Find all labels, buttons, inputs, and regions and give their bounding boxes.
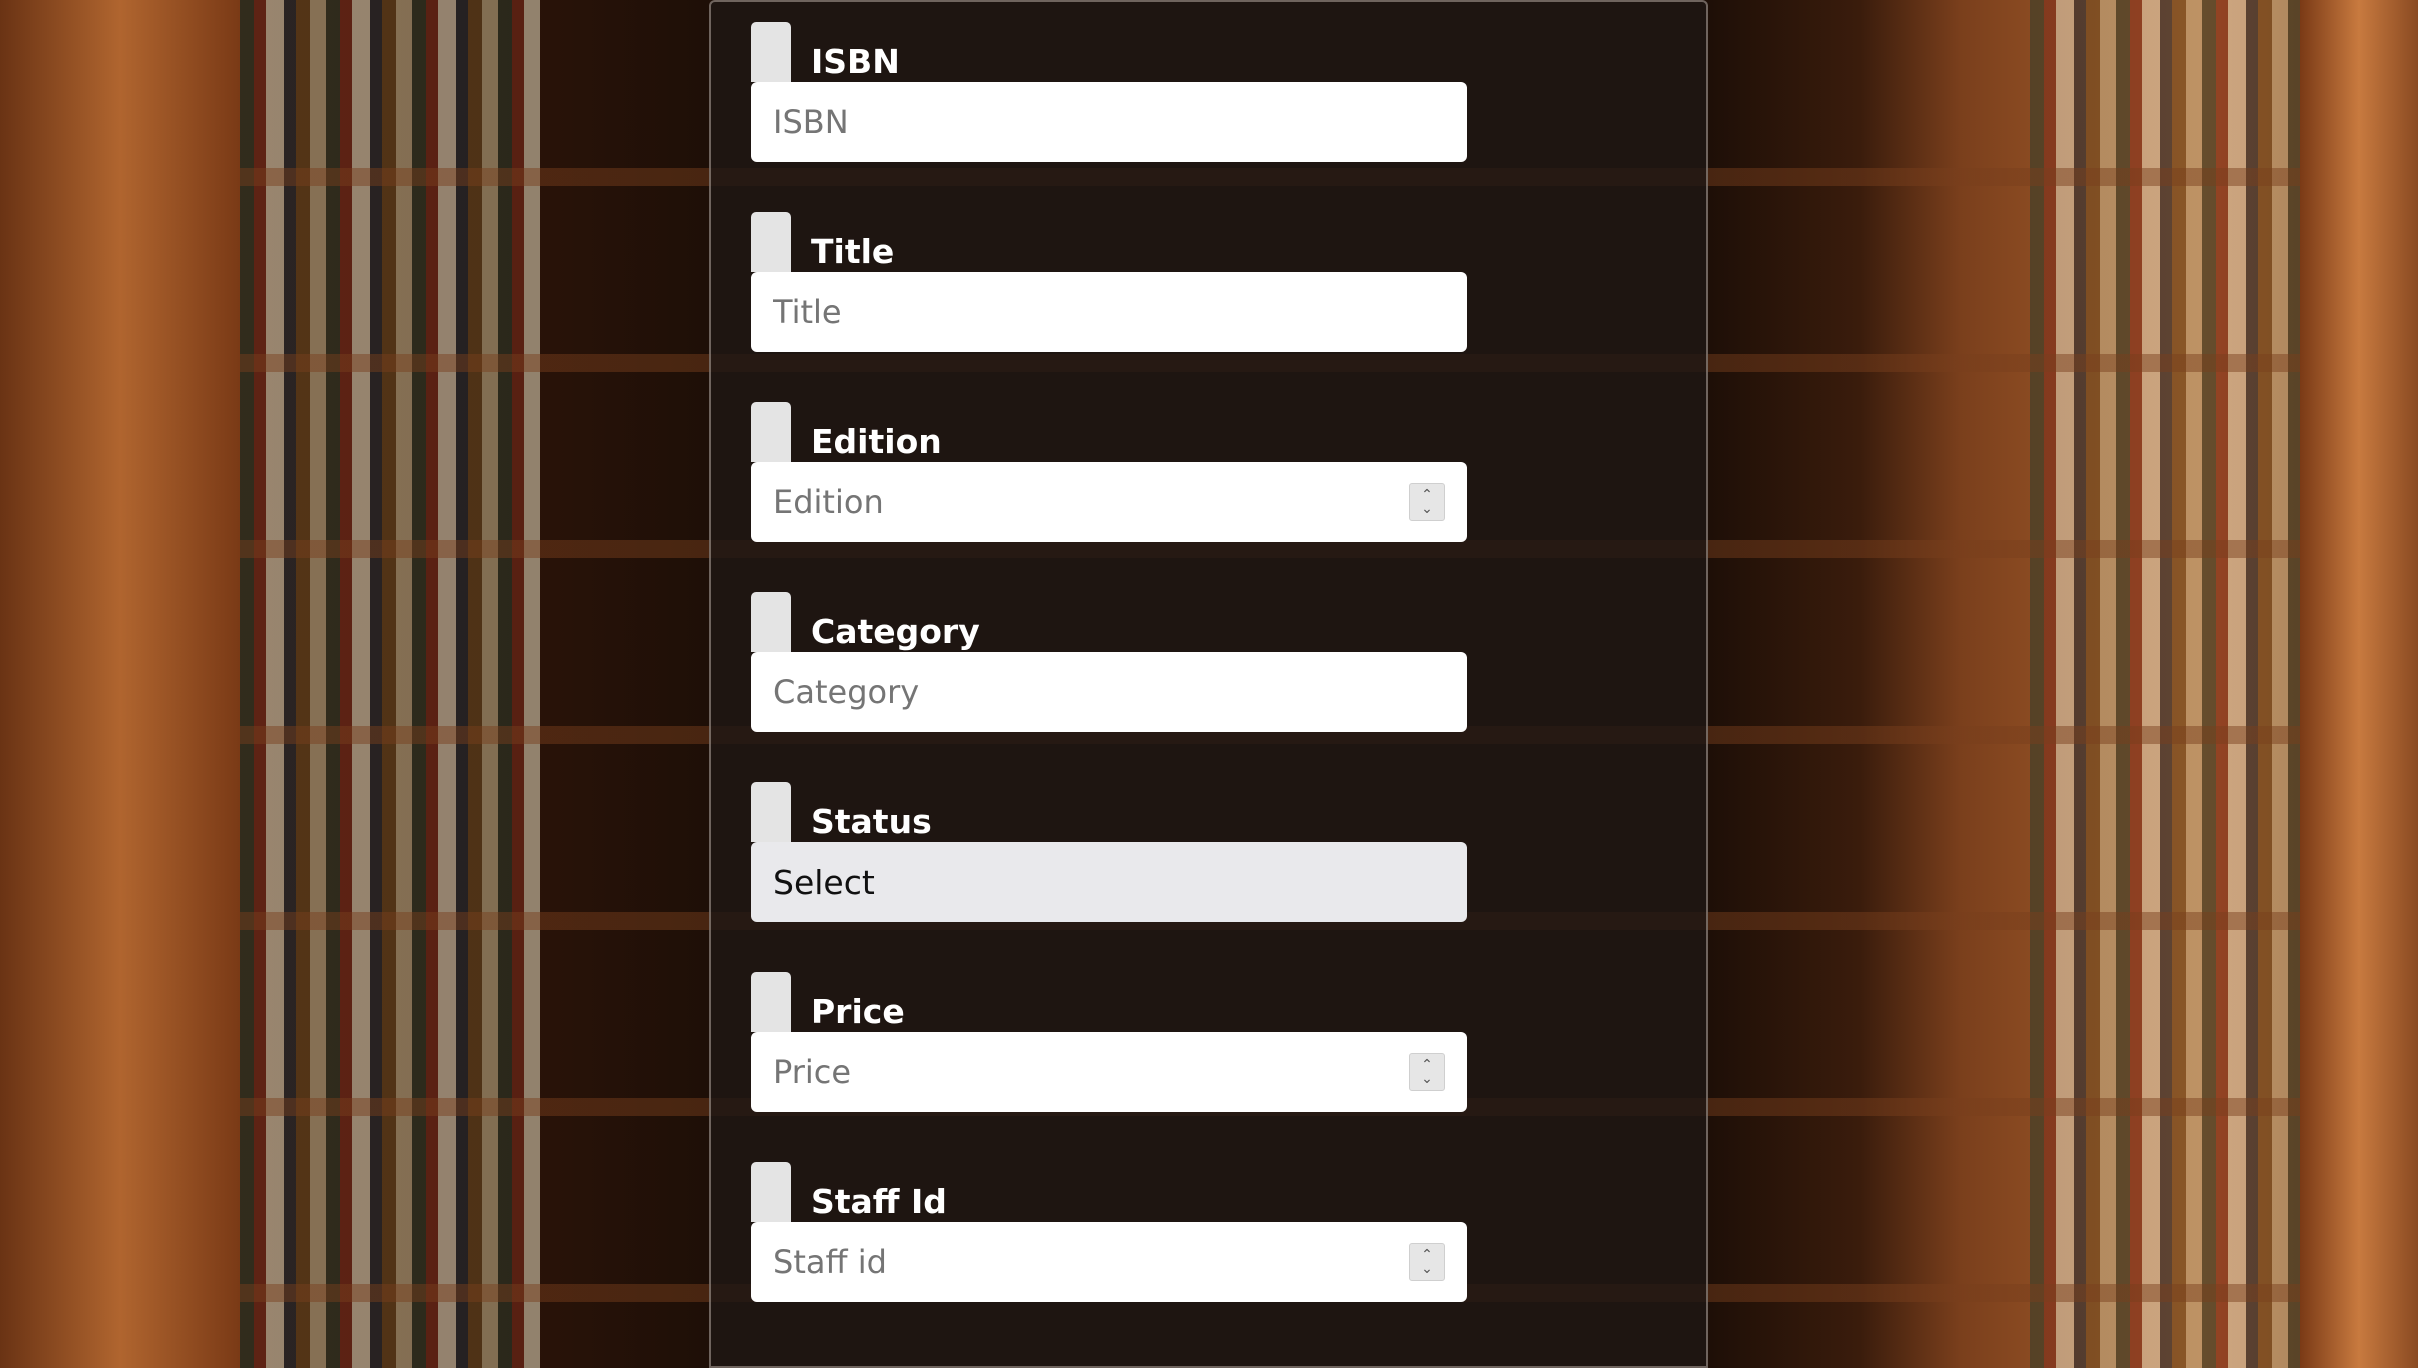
status-label-tab [751, 782, 791, 842]
wooden-door-left [0, 0, 240, 1368]
book-form-panel: ISBN Title Edition ⌃ ⌄ [709, 0, 1708, 1368]
status-field-group: Status Select [751, 782, 1467, 922]
chevron-up-icon[interactable]: ⌃ [1421, 488, 1433, 502]
edition-stepper[interactable]: ⌃ ⌄ [1409, 483, 1445, 521]
title-field-group: Title [751, 212, 1467, 352]
isbn-field-group: ISBN [751, 22, 1467, 162]
isbn-input[interactable] [773, 103, 1373, 141]
edition-input-box[interactable]: ⌃ ⌄ [751, 462, 1467, 542]
chevron-down-icon[interactable]: ⌄ [1421, 1262, 1433, 1276]
staff-id-field-group: Staff Id ⌃ ⌄ [751, 1162, 1467, 1302]
staff-id-input-box[interactable]: ⌃ ⌄ [751, 1222, 1467, 1302]
price-label: Price [811, 992, 905, 1031]
title-input[interactable] [773, 293, 1373, 331]
category-input[interactable] [773, 673, 1373, 711]
staff-id-input[interactable] [773, 1243, 1373, 1281]
staff-id-stepper[interactable]: ⌃ ⌄ [1409, 1243, 1445, 1281]
edition-label-tab [751, 402, 791, 462]
title-label-tab [751, 212, 791, 272]
status-select-value[interactable]: Select [773, 863, 875, 902]
category-field-group: Category [751, 592, 1467, 732]
title-input-box[interactable] [751, 272, 1467, 352]
edition-input[interactable] [773, 483, 1373, 521]
category-input-box[interactable] [751, 652, 1467, 732]
price-input[interactable] [773, 1053, 1373, 1091]
price-stepper[interactable]: ⌃ ⌄ [1409, 1053, 1445, 1091]
chevron-up-icon[interactable]: ⌃ [1421, 1058, 1433, 1072]
price-field-group: Price ⌃ ⌄ [751, 972, 1467, 1112]
status-label: Status [811, 802, 932, 841]
isbn-label: ISBN [811, 42, 900, 81]
staff-id-label: Staff Id [811, 1182, 947, 1221]
chevron-down-icon[interactable]: ⌄ [1421, 1072, 1433, 1086]
category-label: Category [811, 612, 980, 651]
category-label-tab [751, 592, 791, 652]
price-input-box[interactable]: ⌃ ⌄ [751, 1032, 1467, 1112]
wooden-door-right [2300, 0, 2418, 1368]
edition-label: Edition [811, 422, 942, 461]
edition-field-group: Edition ⌃ ⌄ [751, 402, 1467, 542]
chevron-down-icon[interactable]: ⌄ [1421, 502, 1433, 516]
staff-id-label-tab [751, 1162, 791, 1222]
price-label-tab [751, 972, 791, 1032]
isbn-label-tab [751, 22, 791, 82]
title-label: Title [811, 232, 895, 271]
chevron-up-icon[interactable]: ⌃ [1421, 1248, 1433, 1262]
status-select[interactable]: Select [751, 842, 1467, 922]
isbn-input-box[interactable] [751, 82, 1467, 162]
